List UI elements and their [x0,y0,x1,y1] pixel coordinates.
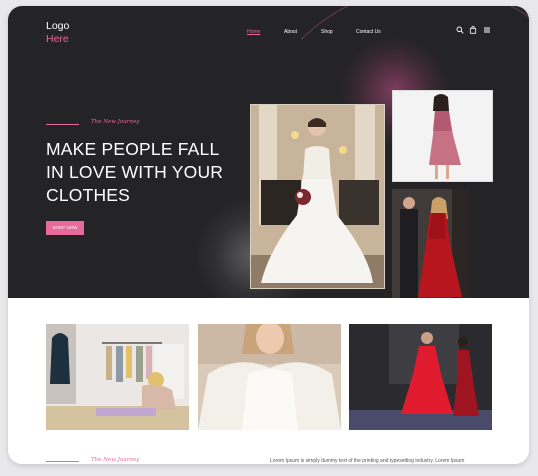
nav-shop[interactable]: Shop [321,29,333,35]
tagline-divider [46,124,79,125]
hero-tagline: The New Journey [91,119,140,125]
headline-line-3: CLOTHES [46,185,131,205]
browser-frame: Logo Here Home About Shop Contact Us The… [8,6,529,464]
shop-now-button[interactable]: SHOP NOW [46,221,84,235]
nav-home[interactable]: Home [247,29,260,35]
logo[interactable]: Logo Here [46,20,69,46]
runway-photo [349,324,492,430]
red-gown-photo [392,189,470,298]
footer-tagline-divider [46,461,79,462]
headline-line-1: MAKE PEOPLE FALL [46,139,220,159]
nav-about[interactable]: About [284,29,297,35]
hero-headline: MAKE PEOPLE FALL IN LOVE WITH YOUR CLOTH… [46,138,256,207]
nav-contact-us[interactable]: Contact Us [356,29,381,35]
bride-photo [250,104,385,289]
gallery-section: The New Journey Lorem Ipsum is simply du… [8,298,529,464]
logo-line-2: Here [46,33,69,45]
logo-line-1: Logo [46,20,70,32]
footer-tagline: The New Journey [91,457,140,463]
tailor-photo [46,324,189,430]
hero-section: Logo Here Home About Shop Contact Us The… [8,6,529,298]
search-icon[interactable] [455,26,465,36]
menu-icon[interactable] [482,26,492,36]
pink-dress-photo [392,90,493,182]
footer-text: Lorem Ipsum is simply dummy text of the … [270,458,465,464]
shopping-bag-icon[interactable] [468,26,478,36]
headline-line-2: IN LOVE WITH YOUR [46,162,224,182]
fur-coat-photo [198,324,341,430]
